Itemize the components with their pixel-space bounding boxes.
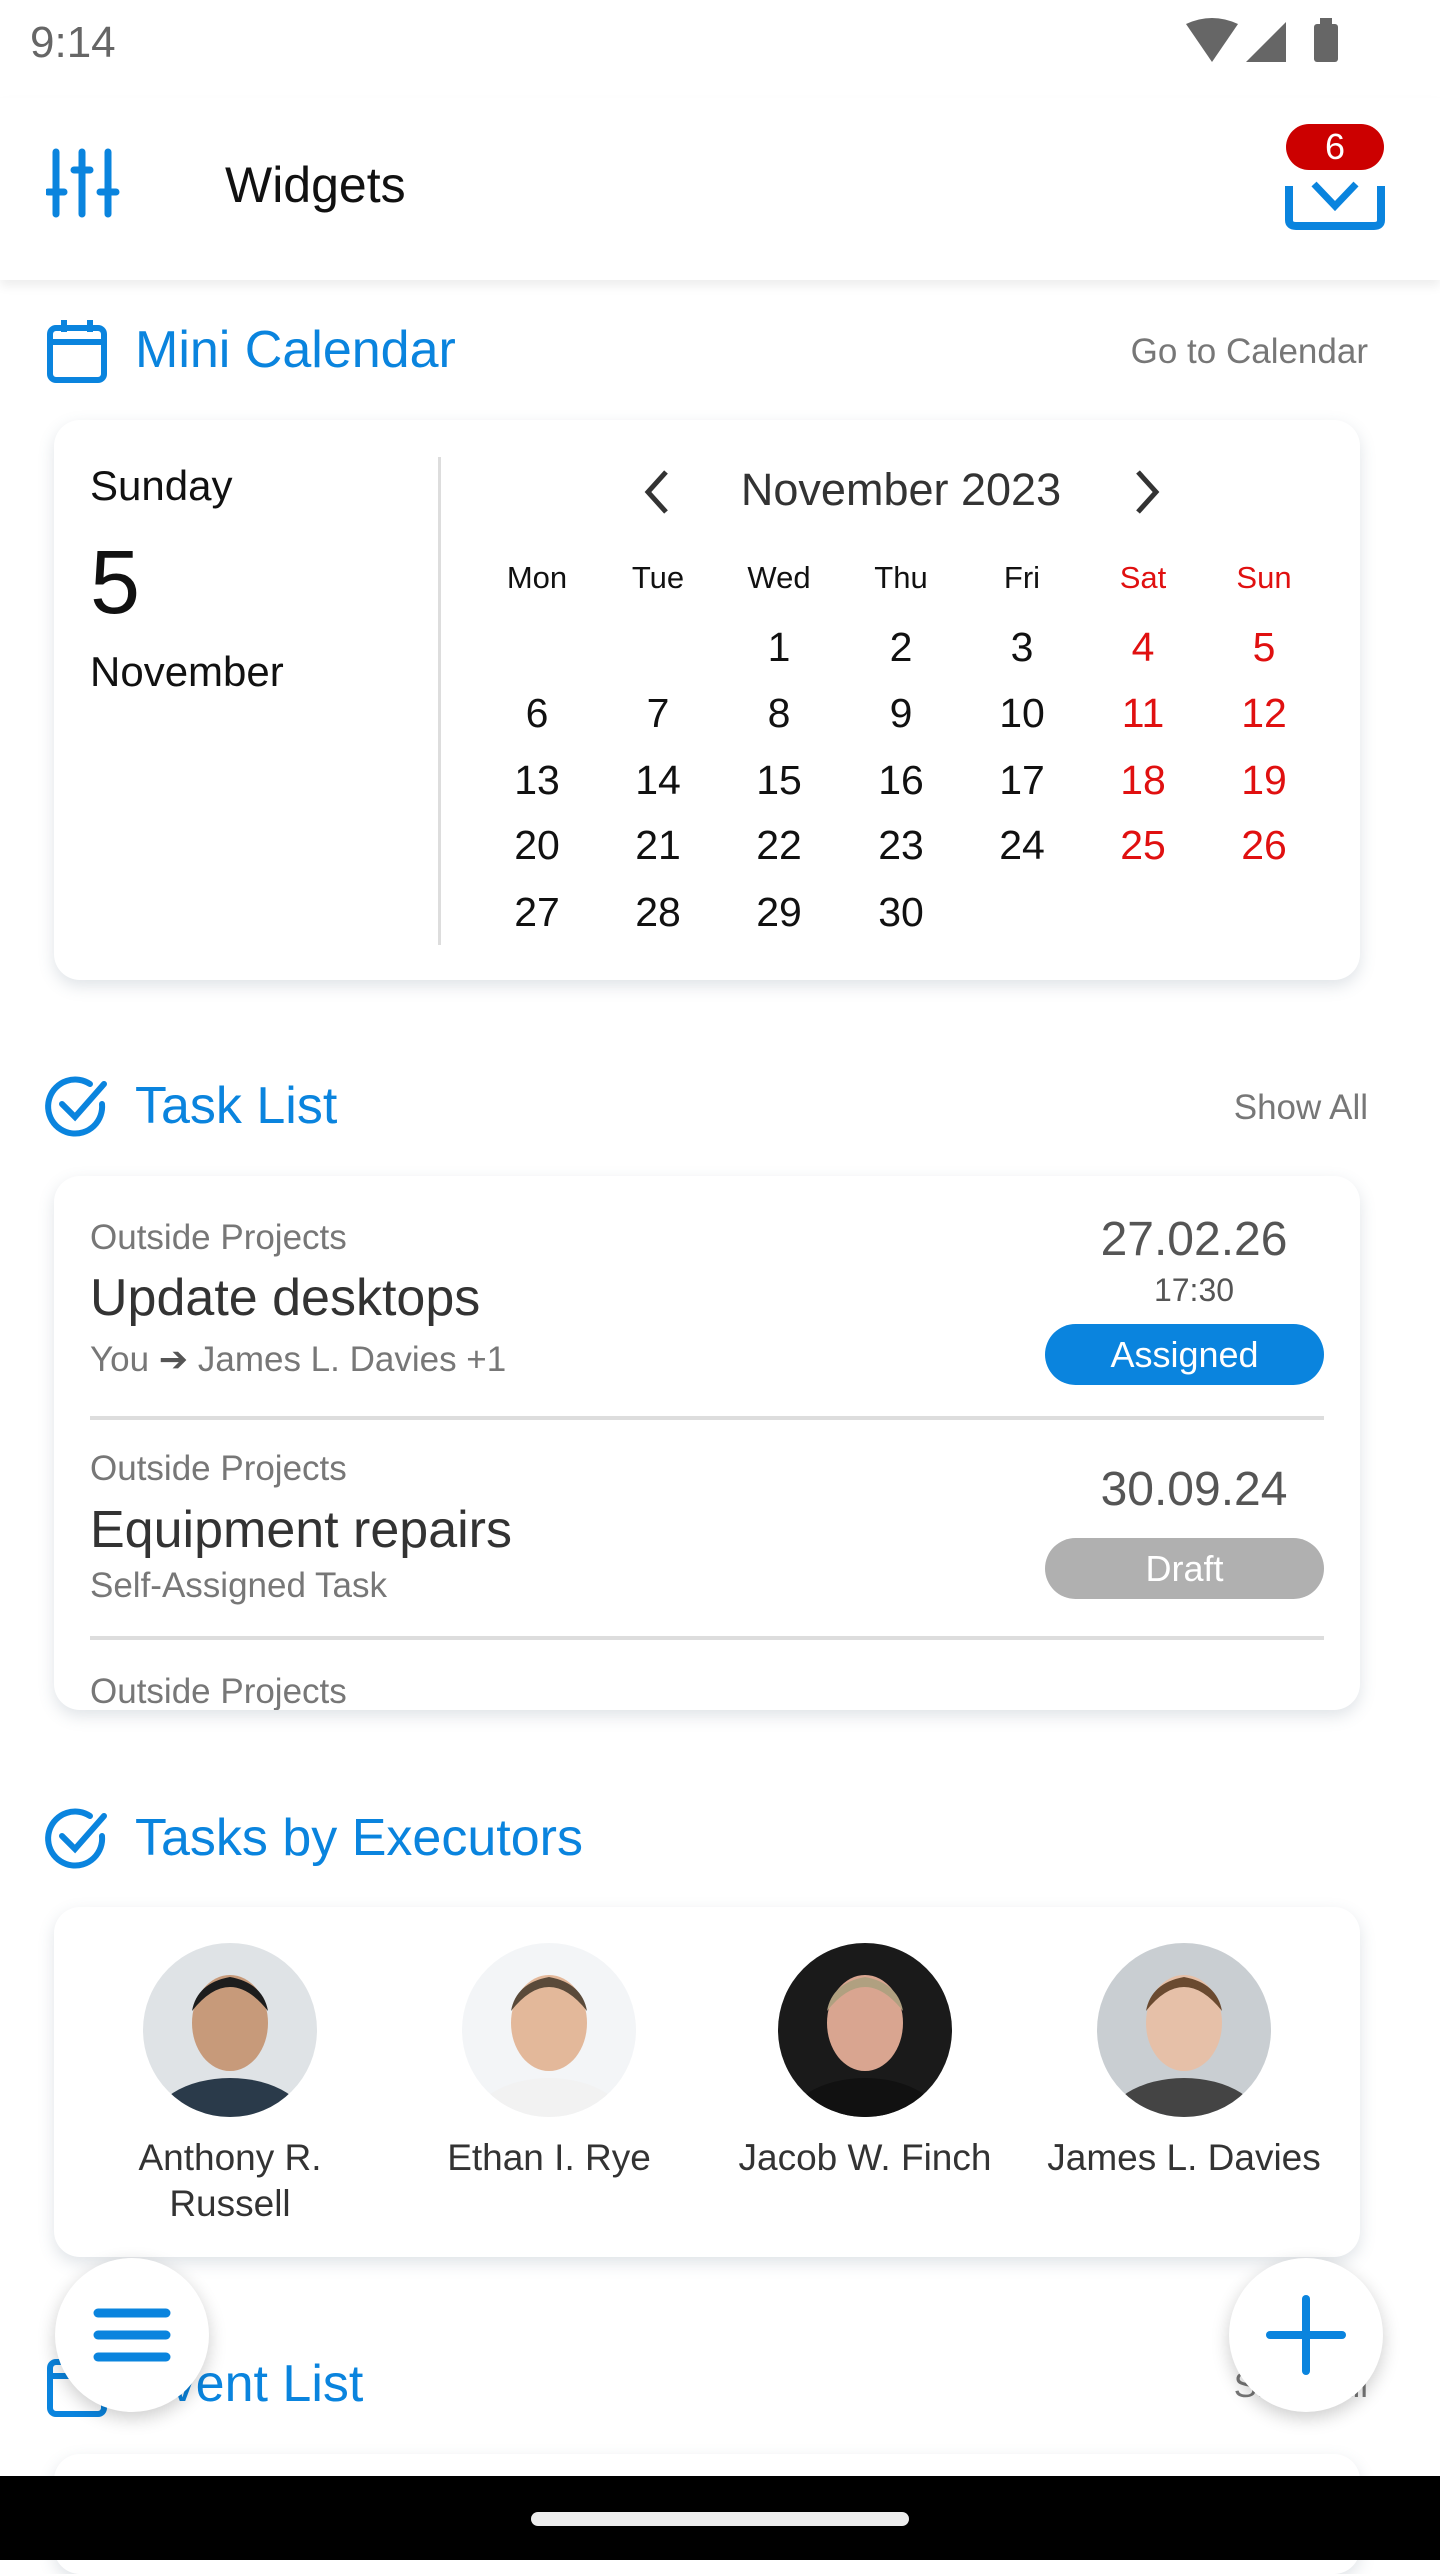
task-date: 30.09.24 — [1100, 1463, 1288, 1516]
task-category: Outside Projects — [90, 1449, 347, 1488]
page-title: Widgets — [225, 157, 406, 213]
calendar-day[interactable]: 2 — [846, 624, 956, 671]
avatar — [1097, 1943, 1271, 2117]
calendar-day[interactable]: 1 — [724, 624, 834, 671]
status-badge: Assigned — [1045, 1324, 1324, 1385]
inbox-badge: 6 — [1286, 124, 1384, 170]
calendar-day[interactable]: 23 — [846, 822, 956, 869]
task-time: 17:30 — [1153, 1272, 1235, 1308]
task-title: Equipment repairs — [90, 1501, 512, 1559]
calendar-day[interactable]: 4 — [1088, 624, 1198, 671]
calendar-day[interactable]: 26 — [1209, 822, 1319, 869]
executor-name: Jacob W. Finch — [738, 2137, 992, 2178]
executors-card: Anthony R. Russell Ethan I. Rye Jacob W. … — [54, 1907, 1360, 2257]
calendar-day[interactable]: 22 — [724, 822, 834, 869]
calendar-day[interactable]: 9 — [846, 690, 956, 737]
task-category: Outside Projects — [90, 1672, 347, 1710]
task-item[interactable]: Outside Projects Equipment repairs Self-… — [54, 1420, 1360, 1638]
calendar-day[interactable]: 5 — [1209, 624, 1319, 671]
weekday-header: Fri — [1003, 560, 1041, 595]
check-circle-icon — [45, 1076, 107, 1137]
calendar-day[interactable]: 28 — [603, 889, 713, 936]
divider — [90, 1636, 1324, 1640]
inbox-download-icon[interactable] — [1284, 176, 1386, 232]
go-to-calendar-link[interactable]: Go to Calendar — [1131, 332, 1368, 372]
task-title: Update desktops — [90, 1269, 481, 1327]
mini-calendar-title: Mini Calendar — [135, 321, 456, 379]
weekday-header: Tue — [631, 560, 685, 595]
wifi-icon — [1186, 18, 1238, 62]
task-assignment: You ➔ James L. Davies +1 — [90, 1340, 506, 1380]
selected-month: November — [90, 648, 284, 695]
add-button[interactable] — [1229, 2258, 1383, 2412]
app-bar: Widgets 6 — [0, 98, 1440, 280]
calendar-day[interactable]: 25 — [1088, 822, 1198, 869]
hamburger-icon — [93, 2308, 171, 2362]
calendar-day[interactable]: 17 — [967, 757, 1077, 804]
executor-name: Ethan I. Rye — [447, 2137, 651, 2178]
task-subtitle: Self-Assigned Task — [90, 1566, 388, 1605]
calendar-day[interactable]: 21 — [603, 822, 713, 869]
weekday-header: Wed — [747, 560, 811, 595]
assignee: James L. Davies +1 — [197, 1340, 507, 1379]
task-list-card: Outside Projects Update desktops You ➔ J… — [54, 1176, 1360, 1710]
executor-name: James L. Davies — [1047, 2137, 1321, 2178]
executor-name: Anthony R. Russell — [138, 2137, 322, 2224]
task-date: 27.02.26 — [1100, 1213, 1288, 1266]
calendar-day[interactable]: 12 — [1209, 690, 1319, 737]
executors-title: Tasks by Executors — [135, 1809, 583, 1867]
system-nav-bar — [0, 2476, 1440, 2560]
calendar-day[interactable]: 20 — [482, 822, 592, 869]
show-all-tasks-link[interactable]: Show All — [1234, 1088, 1368, 1128]
calendar-day[interactable]: 30 — [846, 889, 956, 936]
calendar-day[interactable]: 11 — [1088, 690, 1198, 737]
assigner: You — [90, 1340, 150, 1379]
avatar — [143, 1943, 317, 2117]
calendar-day[interactable]: 18 — [1088, 757, 1198, 804]
status-time: 9:14 — [30, 18, 116, 67]
calendar-day[interactable]: 16 — [846, 757, 956, 804]
task-item[interactable]: Outside Projects Update desktops You ➔ J… — [54, 1176, 1360, 1416]
weekday-header: Thu — [874, 560, 928, 595]
task-list-title: Task List — [135, 1077, 338, 1135]
next-month-button[interactable] — [1132, 468, 1162, 516]
avatar — [778, 1943, 952, 2117]
calendar-day[interactable]: 14 — [603, 757, 713, 804]
calendar-day[interactable]: 6 — [482, 690, 592, 737]
calendar-day[interactable]: 27 — [482, 889, 592, 936]
menu-button[interactable] — [55, 2258, 209, 2412]
month-year-label: November 2023 — [740, 464, 1062, 515]
status-badge: Draft — [1045, 1538, 1324, 1599]
calendar-day[interactable]: 3 — [967, 624, 1077, 671]
prev-month-button[interactable] — [642, 468, 672, 516]
calendar-day[interactable]: 10 — [967, 690, 1077, 737]
avatar — [462, 1943, 636, 2117]
arrow-right-icon: ➔ — [158, 1340, 189, 1379]
selected-day: 5 — [90, 533, 141, 633]
calendar-day[interactable]: 7 — [603, 690, 713, 737]
selected-weekday: Sunday — [90, 462, 233, 509]
calendar-day[interactable]: 19 — [1209, 757, 1319, 804]
weekday-header: Mon — [506, 560, 568, 595]
home-handle[interactable] — [531, 2512, 909, 2526]
divider — [438, 457, 441, 945]
calendar-icon — [47, 320, 107, 383]
plus-icon — [1266, 2295, 1346, 2375]
check-circle-icon — [45, 1808, 107, 1869]
mini-calendar-card: Sunday 5 November November 2023 Mon Tue We… — [54, 420, 1360, 980]
calendar-day[interactable]: 29 — [724, 889, 834, 936]
task-category: Outside Projects — [90, 1218, 347, 1257]
status-icons — [1186, 18, 1338, 62]
calendar-day[interactable]: 8 — [724, 690, 834, 737]
sliders-icon[interactable] — [46, 148, 122, 218]
weekday-header: Sat — [1119, 560, 1167, 595]
weekday-header: Sun — [1236, 560, 1292, 595]
battery-icon — [1314, 24, 1338, 62]
calendar-day[interactable]: 15 — [724, 757, 834, 804]
calendar-day[interactable]: 24 — [967, 822, 1077, 869]
signal-icon — [1246, 22, 1286, 62]
calendar-day[interactable]: 13 — [482, 757, 592, 804]
